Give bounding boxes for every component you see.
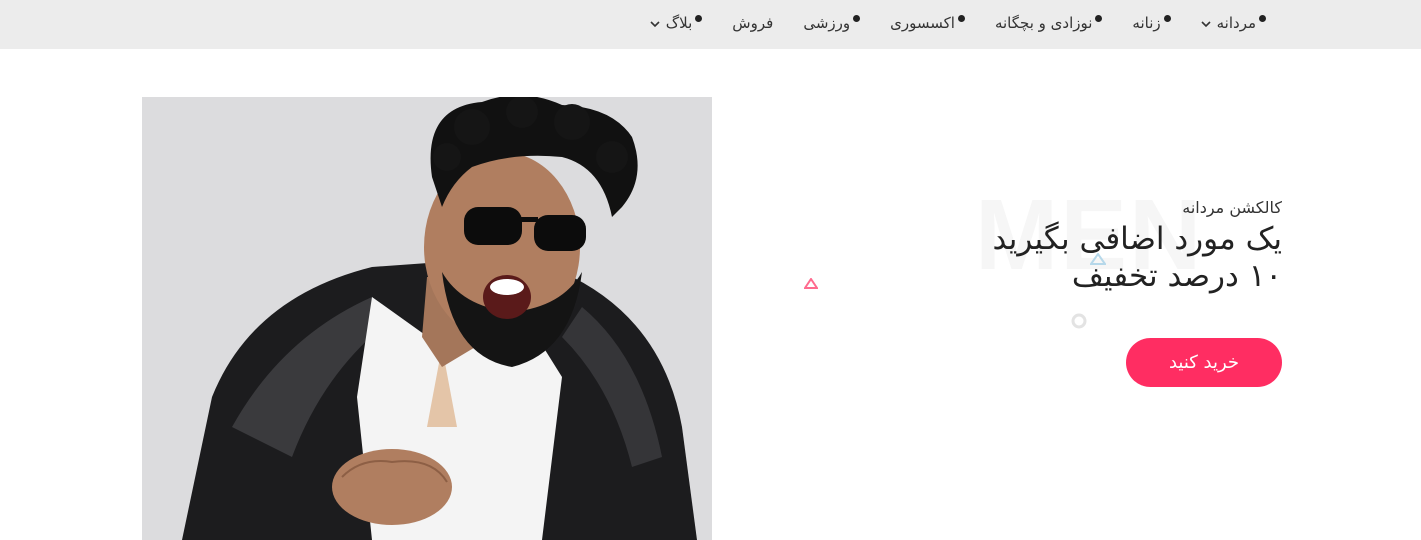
nav-item-kids[interactable]: نوزادی و بچگانه: [994, 13, 1103, 32]
hero-model-image: [142, 97, 712, 540]
shop-now-button[interactable]: خرید کنید: [1126, 338, 1282, 387]
nav-item-sports[interactable]: ورزشی: [803, 13, 861, 32]
nav-item-women[interactable]: زنانه: [1132, 13, 1171, 32]
top-navigation: مردانه زنانه نوزادی و بچگانه اکسسوری ورز…: [0, 0, 1421, 49]
nav-item-blog[interactable]: بلاگ: [650, 14, 703, 32]
hero-title: یک مورد اضافی بگیرید ۱۰ درصد تخفیف: [993, 221, 1282, 295]
nav-item-accessories[interactable]: اکسسوری: [890, 14, 965, 32]
triangle-decoration-icon: [804, 278, 818, 289]
nav-item-label: زنانه: [1132, 13, 1161, 32]
nav-item-label: اکسسوری: [890, 13, 955, 32]
bullet-icon: [1163, 15, 1171, 22]
hero-text-block: کالکشن مردانه یک مورد اضافی بگیرید ۱۰ در…: [993, 198, 1282, 295]
nav-item-label: فروش: [732, 13, 774, 32]
nav-menu: مردانه زنانه نوزادی و بچگانه اکسسوری ورز…: [0, 0, 1421, 45]
hero-title-line-2: ۱۰ درصد تخفیف: [1071, 258, 1282, 294]
chevron-down-icon: [1201, 21, 1211, 28]
hero-subtitle: کالکشن مردانه: [1182, 198, 1282, 217]
nav-item-label: نوزادی و بچگانه: [994, 13, 1093, 32]
circle-decoration-icon: [1071, 313, 1087, 329]
bullet-icon: [1095, 15, 1103, 22]
bullet-icon: [957, 15, 965, 22]
nav-item-sale[interactable]: فروش: [732, 14, 773, 32]
nav-item-label: ورزشی: [803, 13, 851, 32]
nav-item-label: بلاگ: [665, 13, 693, 32]
chevron-down-icon: [650, 21, 660, 28]
bullet-icon: [853, 15, 861, 22]
nav-item-men[interactable]: مردانه: [1201, 14, 1266, 32]
nav-item-label: مردانه: [1216, 13, 1256, 32]
bullet-icon: [695, 15, 703, 22]
hero-title-line-1: یک مورد اضافی بگیرید: [992, 221, 1282, 257]
bullet-icon: [1259, 15, 1266, 22]
